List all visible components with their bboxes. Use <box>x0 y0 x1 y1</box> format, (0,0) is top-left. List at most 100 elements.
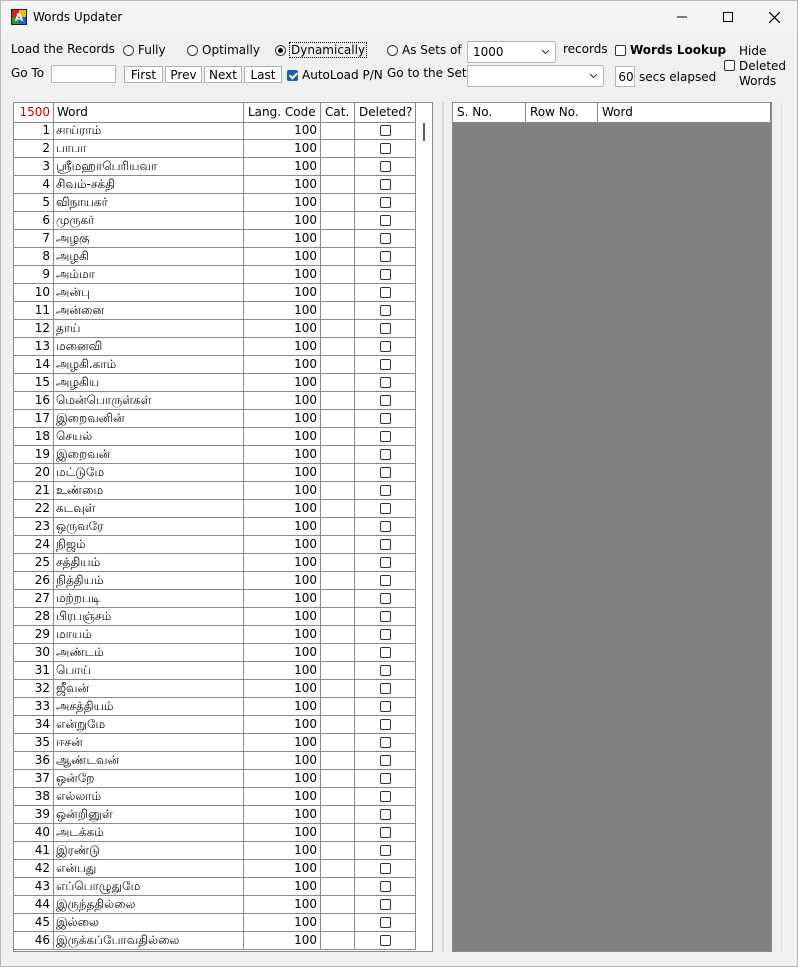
lang-code-cell[interactable]: 100 <box>244 806 321 824</box>
radio-fully[interactable]: Fully <box>123 43 166 57</box>
category-cell[interactable] <box>321 878 355 896</box>
goto-input[interactable] <box>51 65 116 83</box>
deleted-checkbox[interactable] <box>379 719 391 730</box>
category-cell[interactable] <box>321 392 355 410</box>
word-cell[interactable]: சிவம்-சக்தி <box>54 176 244 194</box>
deleted-cell[interactable] <box>355 212 416 230</box>
word-cell[interactable]: அன்னை <box>54 302 244 320</box>
word-cell[interactable]: இல்லை <box>54 914 244 932</box>
category-cell[interactable] <box>321 428 355 446</box>
radio-as-sets[interactable]: As Sets of <box>387 43 462 57</box>
column-header-category[interactable]: Cat. <box>321 103 355 122</box>
deleted-cell[interactable] <box>355 860 416 878</box>
deleted-cell[interactable] <box>355 356 416 374</box>
deleted-cell[interactable] <box>355 680 416 698</box>
deleted-checkbox[interactable] <box>379 269 391 280</box>
lang-code-cell[interactable]: 100 <box>244 554 321 572</box>
sets-size-select[interactable]: 1000 <box>467 41 556 63</box>
deleted-cell[interactable] <box>355 662 416 680</box>
deleted-cell[interactable] <box>355 194 416 212</box>
table-row[interactable]: 2 பாபா 100 <box>14 140 416 158</box>
category-cell[interactable] <box>321 680 355 698</box>
category-cell[interactable] <box>321 842 355 860</box>
deleted-checkbox[interactable] <box>379 539 391 550</box>
category-cell[interactable] <box>321 338 355 356</box>
deleted-checkbox[interactable] <box>379 161 391 172</box>
category-cell[interactable] <box>321 644 355 662</box>
deleted-cell[interactable] <box>355 338 416 356</box>
lang-code-cell[interactable]: 100 <box>244 356 321 374</box>
table-row[interactable]: 23 ஒருவரே 100 <box>14 518 416 536</box>
lang-code-cell[interactable]: 100 <box>244 392 321 410</box>
lang-code-cell[interactable]: 100 <box>244 500 321 518</box>
deleted-checkbox[interactable] <box>379 431 391 442</box>
category-cell[interactable] <box>321 536 355 554</box>
category-cell[interactable] <box>321 518 355 536</box>
deleted-checkbox[interactable] <box>379 917 391 928</box>
word-cell[interactable]: செயல் <box>54 428 244 446</box>
deleted-cell[interactable] <box>355 770 416 788</box>
maximize-button[interactable] <box>705 1 751 33</box>
deleted-checkbox[interactable] <box>379 827 391 838</box>
deleted-cell[interactable] <box>355 248 416 266</box>
word-cell[interactable]: சத்தியம் <box>54 554 244 572</box>
table-row[interactable]: 41 இரண்டு 100 <box>14 842 416 860</box>
lang-code-cell[interactable]: 100 <box>244 608 321 626</box>
table-row[interactable]: 9 அம்மா 100 <box>14 266 416 284</box>
category-cell[interactable] <box>321 716 355 734</box>
word-cell[interactable]: எல்லாம் <box>54 788 244 806</box>
category-cell[interactable] <box>321 572 355 590</box>
deleted-checkbox[interactable] <box>379 863 391 874</box>
scrollbar-thumb[interactable] <box>423 123 425 141</box>
words-grid-scrollbar[interactable] <box>418 103 432 951</box>
deleted-checkbox[interactable] <box>379 467 391 478</box>
lang-code-cell[interactable]: 100 <box>244 464 321 482</box>
category-cell[interactable] <box>321 824 355 842</box>
deleted-cell[interactable] <box>355 410 416 428</box>
word-cell[interactable]: அழகு <box>54 230 244 248</box>
deleted-checkbox[interactable] <box>379 323 391 334</box>
lang-code-cell[interactable]: 100 <box>244 716 321 734</box>
deleted-cell[interactable] <box>355 914 416 932</box>
table-row[interactable]: 10 அன்பு 100 <box>14 284 416 302</box>
word-cell[interactable]: அடக்கம் <box>54 824 244 842</box>
first-button[interactable]: First <box>124 66 163 83</box>
table-row[interactable]: 33 அசத்தியம் 100 <box>14 698 416 716</box>
lang-code-cell[interactable]: 100 <box>244 932 321 950</box>
table-row[interactable]: 27 மற்றபடி 100 <box>14 590 416 608</box>
deleted-cell[interactable] <box>355 320 416 338</box>
deleted-cell[interactable] <box>355 608 416 626</box>
category-cell[interactable] <box>321 140 355 158</box>
deleted-checkbox[interactable] <box>379 377 391 388</box>
category-cell[interactable] <box>321 608 355 626</box>
lang-code-cell[interactable]: 100 <box>244 302 321 320</box>
deleted-checkbox[interactable] <box>379 305 391 316</box>
deleted-checkbox[interactable] <box>379 809 391 820</box>
deleted-cell[interactable] <box>355 122 416 140</box>
category-cell[interactable] <box>321 914 355 932</box>
word-cell[interactable]: ஸ்ரீமஹாபெரியவா <box>54 158 244 176</box>
table-row[interactable]: 43 எப்பொழுதுமே 100 <box>14 878 416 896</box>
deleted-cell[interactable] <box>355 554 416 572</box>
deleted-checkbox[interactable] <box>379 935 391 946</box>
deleted-cell[interactable] <box>355 878 416 896</box>
lang-code-cell[interactable]: 100 <box>244 518 321 536</box>
word-cell[interactable]: மட்டுமே <box>54 464 244 482</box>
deleted-cell[interactable] <box>355 230 416 248</box>
deleted-checkbox[interactable] <box>379 701 391 712</box>
category-cell[interactable] <box>321 158 355 176</box>
deleted-cell[interactable] <box>355 716 416 734</box>
word-cell[interactable]: என்பது <box>54 860 244 878</box>
table-row[interactable]: 16 மென்பொருள்கள் 100 <box>14 392 416 410</box>
lang-code-cell[interactable]: 100 <box>244 374 321 392</box>
category-cell[interactable] <box>321 230 355 248</box>
word-cell[interactable]: அழகி <box>54 248 244 266</box>
table-row[interactable]: 22 கடவுள் 100 <box>14 500 416 518</box>
category-cell[interactable] <box>321 284 355 302</box>
deleted-cell[interactable] <box>355 842 416 860</box>
category-cell[interactable] <box>321 194 355 212</box>
window-scrollbar[interactable] <box>781 102 792 952</box>
deleted-checkbox[interactable] <box>379 251 391 262</box>
prev-button[interactable]: Prev <box>165 66 202 83</box>
word-cell[interactable]: ஆண்டவன் <box>54 752 244 770</box>
